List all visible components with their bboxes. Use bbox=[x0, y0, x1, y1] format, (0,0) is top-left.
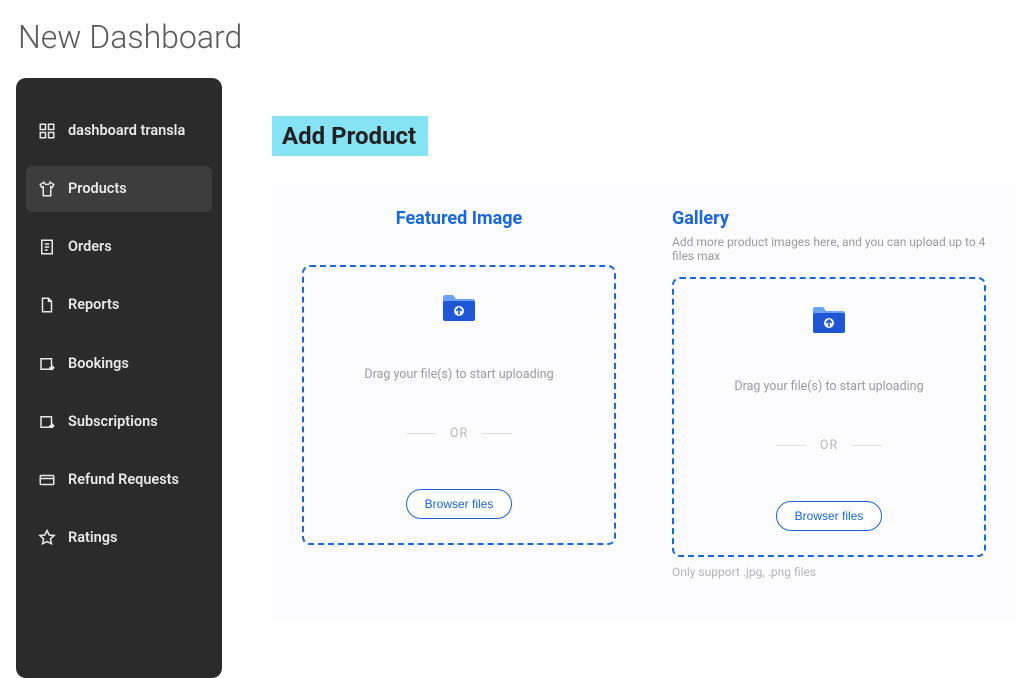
document-icon bbox=[38, 296, 56, 314]
gallery-support-text: Only support .jpg, .png files bbox=[672, 565, 986, 579]
upload-card: Featured Image Drag your file(s) to star… bbox=[272, 184, 1016, 619]
sidebar-item-label: Orders bbox=[68, 238, 112, 256]
dashboard-icon bbox=[38, 122, 56, 140]
upload-folder-icon bbox=[441, 291, 477, 327]
sidebar-item-label: Refund Requests bbox=[68, 471, 179, 489]
sidebar: dashboard transla Products Orders bbox=[16, 78, 222, 678]
sidebar-item-label: Products bbox=[68, 180, 127, 198]
sidebar-item-label: Reports bbox=[68, 296, 119, 314]
gallery-dropzone[interactable]: Drag your file(s) to start uploading OR … bbox=[672, 277, 986, 557]
calendar-export-icon bbox=[38, 355, 56, 373]
shirt-icon bbox=[38, 180, 56, 198]
sidebar-item-label: dashboard transla bbox=[68, 122, 185, 140]
gallery-subtitle: Add more product images here, and you ca… bbox=[672, 235, 986, 263]
sidebar-item-reports[interactable]: Reports bbox=[26, 282, 212, 328]
card-icon bbox=[38, 471, 56, 489]
sidebar-item-subscriptions[interactable]: Subscriptions bbox=[26, 399, 212, 445]
gallery-title: Gallery bbox=[672, 208, 986, 229]
gallery-or-divider: OR bbox=[776, 438, 882, 453]
star-icon bbox=[38, 529, 56, 547]
upload-folder-icon bbox=[811, 303, 847, 339]
calendar-export-icon bbox=[38, 413, 56, 431]
sidebar-item-label: Bookings bbox=[68, 355, 129, 373]
sidebar-item-dashboard[interactable]: dashboard transla bbox=[26, 108, 212, 154]
featured-or-divider: OR bbox=[406, 426, 512, 441]
featured-image-title: Featured Image bbox=[302, 208, 616, 229]
sidebar-item-label: Subscriptions bbox=[68, 413, 158, 431]
main-content: Add Product Featured Image Drag you bbox=[222, 60, 1024, 619]
sidebar-item-bookings[interactable]: Bookings bbox=[26, 341, 212, 387]
sidebar-item-products[interactable]: Products bbox=[26, 166, 212, 212]
featured-image-section: Featured Image Drag your file(s) to star… bbox=[302, 208, 616, 579]
gallery-or-label: OR bbox=[820, 438, 838, 453]
sidebar-item-label: Ratings bbox=[68, 529, 117, 547]
gallery-drag-text: Drag your file(s) to start uploading bbox=[734, 379, 923, 394]
receipt-icon bbox=[38, 238, 56, 256]
featured-or-label: OR bbox=[450, 426, 468, 441]
page-title: New Dashboard bbox=[0, 0, 1024, 60]
featured-browse-button[interactable]: Browser files bbox=[406, 489, 513, 519]
featured-drag-text: Drag your file(s) to start uploading bbox=[364, 367, 553, 382]
sidebar-item-ratings[interactable]: Ratings bbox=[26, 515, 212, 561]
gallery-browse-button[interactable]: Browser files bbox=[776, 501, 883, 531]
sidebar-item-refund-requests[interactable]: Refund Requests bbox=[26, 457, 212, 503]
sidebar-item-orders[interactable]: Orders bbox=[26, 224, 212, 270]
featured-image-subtext bbox=[302, 235, 616, 251]
gallery-section: Gallery Add more product images here, an… bbox=[672, 208, 986, 579]
featured-image-dropzone[interactable]: Drag your file(s) to start uploading OR … bbox=[302, 265, 616, 545]
add-product-heading: Add Product bbox=[272, 116, 428, 156]
